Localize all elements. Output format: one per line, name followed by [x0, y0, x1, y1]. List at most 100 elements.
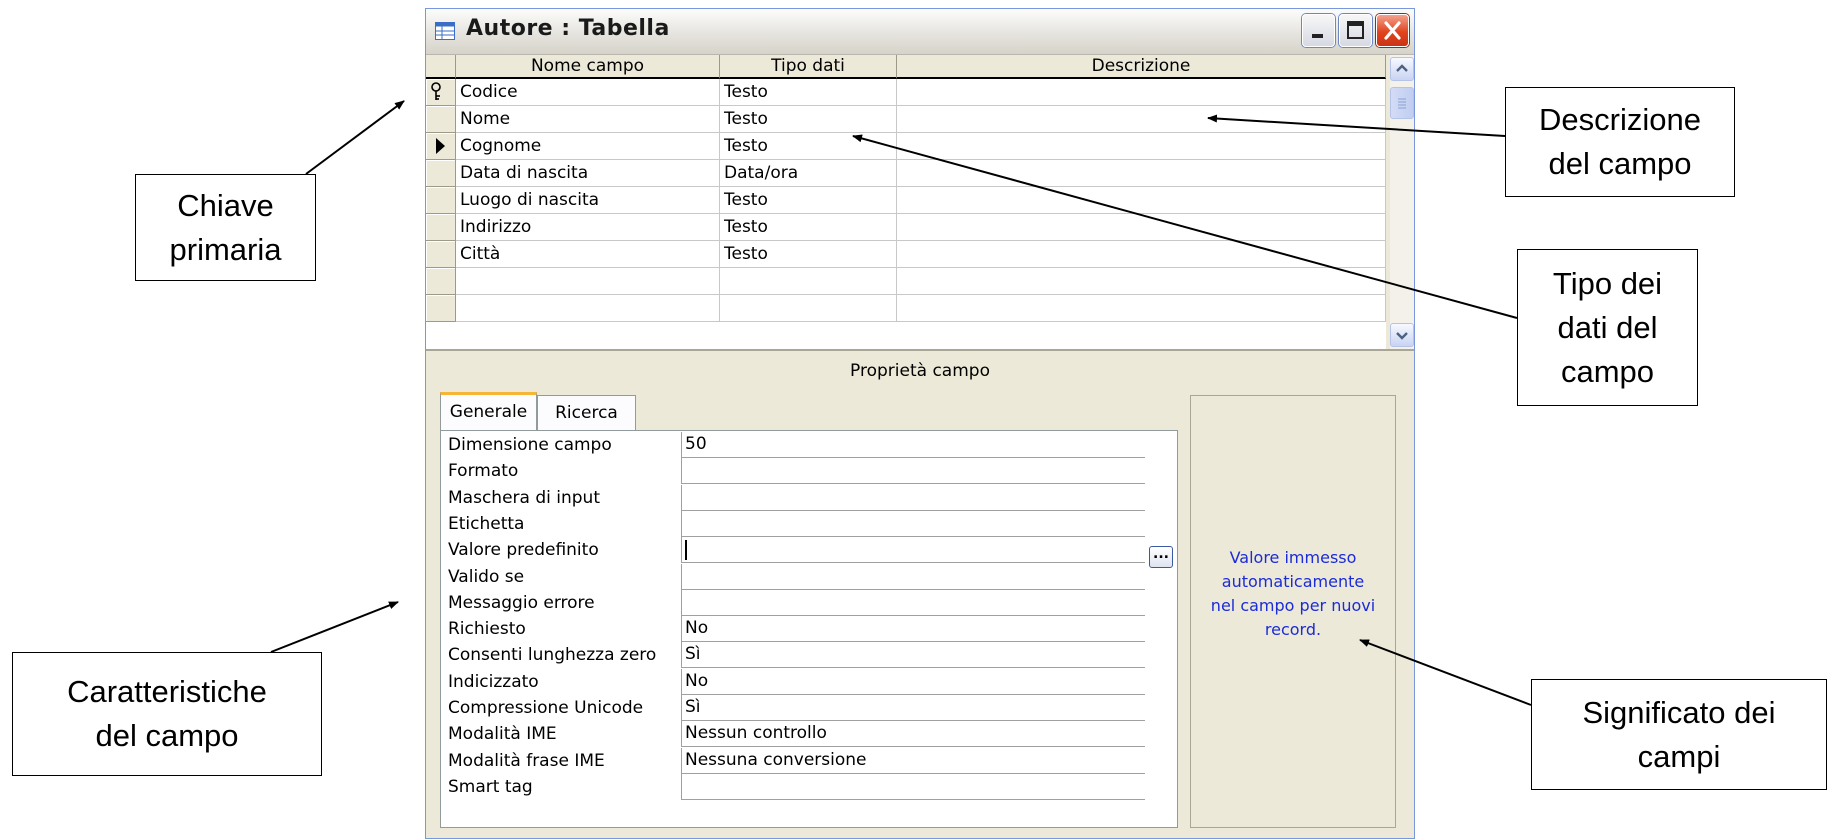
builder-button[interactable]: ... — [1149, 546, 1173, 568]
data-type-cell[interactable]: Testo — [720, 241, 897, 268]
data-type-cell[interactable] — [720, 295, 897, 322]
description-cell[interactable] — [897, 187, 1386, 214]
property-label: Valido se — [448, 566, 525, 587]
field-name-cell[interactable]: Data di nascita — [456, 160, 720, 187]
description-cell[interactable] — [897, 160, 1386, 187]
scroll-down-button[interactable] — [1390, 323, 1414, 347]
property-value-field[interactable]: No — [681, 668, 1145, 695]
property-value-field[interactable]: Sì — [681, 695, 1145, 721]
property-value-field[interactable]: 50 — [681, 432, 1145, 458]
close-button[interactable] — [1376, 14, 1409, 47]
field-name-cell[interactable]: Città — [456, 241, 720, 268]
window-title: Autore : Tabella — [466, 16, 670, 41]
field-name-cell[interactable]: Codice — [456, 79, 720, 106]
property-row: Maschera di input — [441, 484, 1146, 511]
property-value-field[interactable]: Nessuna conversione — [681, 747, 1145, 774]
property-row: Valido se — [441, 563, 1146, 590]
table-row[interactable]: Nome Testo — [426, 106, 1386, 133]
field-name-cell[interactable]: Indirizzo — [456, 214, 720, 241]
row-selector[interactable] — [426, 79, 456, 106]
table-row[interactable]: Codice Testo — [426, 79, 1386, 106]
table-row[interactable]: Città Testo — [426, 241, 1386, 268]
property-help-text: Valore immesso automaticamente nel campo… — [1210, 548, 1376, 639]
callout-significato-campi: Significato dei campi — [1531, 679, 1827, 790]
table-row[interactable]: Luogo di nascita Testo — [426, 187, 1386, 214]
property-label: Indicizzato — [448, 671, 539, 692]
scroll-thumb[interactable] — [1390, 87, 1414, 119]
description-cell[interactable] — [897, 106, 1386, 133]
description-cell[interactable] — [897, 295, 1386, 322]
property-help-pane: Valore immesso automaticamente nel campo… — [1190, 395, 1396, 828]
tab-ricerca[interactable]: Ricerca — [537, 395, 636, 431]
column-header-descrizione[interactable]: Descrizione — [897, 55, 1386, 79]
scroll-up-button[interactable] — [1390, 57, 1414, 81]
property-value-field[interactable] — [681, 773, 1145, 800]
tab-generale[interactable]: Generale — [440, 392, 537, 432]
row-selector[interactable] — [426, 295, 456, 322]
table-row[interactable] — [426, 268, 1386, 295]
data-type-cell[interactable]: Testo — [720, 79, 897, 106]
arrow-caratteristiche-campo — [270, 601, 399, 653]
field-name-cell[interactable]: Cognome — [456, 133, 720, 160]
field-grid: Nome campo Tipo dati Descrizione Codice T… — [426, 55, 1386, 349]
property-row: Richiesto No — [441, 616, 1146, 643]
field-name-cell[interactable] — [456, 295, 720, 322]
properties-panel: Dimensione campo 50 Formato Maschera di inp… — [440, 430, 1178, 828]
data-type-cell[interactable]: Testo — [720, 133, 897, 160]
data-type-cell[interactable]: Testo — [720, 187, 897, 214]
property-value-field[interactable] — [681, 484, 1145, 511]
row-selector[interactable] — [426, 268, 456, 295]
grid-vertical-scrollbar[interactable] — [1390, 55, 1414, 349]
row-selector[interactable] — [426, 133, 456, 160]
title-bar[interactable]: Autore : Tabella — [426, 9, 1414, 55]
data-type-cell[interactable]: Data/ora — [720, 160, 897, 187]
data-type-cell[interactable]: Testo — [720, 214, 897, 241]
table-row[interactable]: Cognome Testo — [426, 133, 1386, 160]
property-row: Modalità frase IME Nessuna conversione — [441, 747, 1146, 774]
property-label: Modalità IME — [448, 724, 557, 745]
field-name-cell[interactable]: Luogo di nascita — [456, 187, 720, 214]
property-value-field[interactable]: Sì — [681, 642, 1145, 669]
description-cell[interactable] — [897, 133, 1386, 160]
property-value-field[interactable] — [681, 458, 1145, 485]
field-name-cell[interactable] — [456, 268, 720, 295]
description-cell[interactable] — [897, 214, 1386, 241]
minimize-button[interactable] — [1302, 14, 1335, 47]
properties-title: Proprietà campo — [850, 361, 990, 381]
text-caret — [685, 540, 687, 561]
property-value-field[interactable] — [681, 510, 1145, 537]
description-cell[interactable] — [897, 241, 1386, 268]
table-row[interactable]: Indirizzo Testo — [426, 214, 1386, 241]
row-selector[interactable] — [426, 241, 456, 268]
table-row[interactable]: Data di nascita Data/ora — [426, 160, 1386, 187]
minimize-icon — [1312, 34, 1323, 38]
property-value-field[interactable]: No — [681, 616, 1145, 643]
current-row-icon — [436, 138, 445, 154]
property-label: Dimensione campo — [448, 435, 612, 455]
description-cell[interactable] — [897, 79, 1386, 106]
arrow-chiave-primaria — [305, 100, 405, 175]
column-header-tipo-dati[interactable]: Tipo dati — [720, 55, 897, 79]
description-cell[interactable] — [897, 268, 1386, 295]
table-icon — [435, 22, 455, 40]
field-name-cell[interactable]: Nome — [456, 106, 720, 133]
row-selector[interactable] — [426, 187, 456, 214]
property-value-field[interactable] — [681, 589, 1145, 616]
row-selector[interactable] — [426, 106, 456, 133]
data-type-cell[interactable]: Testo — [720, 106, 897, 133]
splitter[interactable] — [426, 349, 1414, 351]
property-value-field[interactable] — [681, 537, 1145, 564]
property-label: Valore predefinito — [448, 540, 599, 561]
data-type-cell[interactable] — [720, 268, 897, 295]
property-value-field[interactable] — [681, 563, 1145, 590]
maximize-button[interactable] — [1339, 14, 1372, 47]
callout-chiave-primaria: Chiave primaria — [135, 174, 316, 281]
property-label: Messaggio errore — [448, 592, 595, 613]
callout-tipo-dati-campo: Tipo dei dati del campo — [1517, 249, 1698, 406]
row-selector[interactable] — [426, 160, 456, 187]
grid-corner — [426, 55, 456, 79]
table-row[interactable] — [426, 295, 1386, 322]
property-value-field[interactable]: Nessun controllo — [681, 721, 1145, 748]
column-header-nome-campo[interactable]: Nome campo — [456, 55, 720, 79]
row-selector[interactable] — [426, 214, 456, 241]
